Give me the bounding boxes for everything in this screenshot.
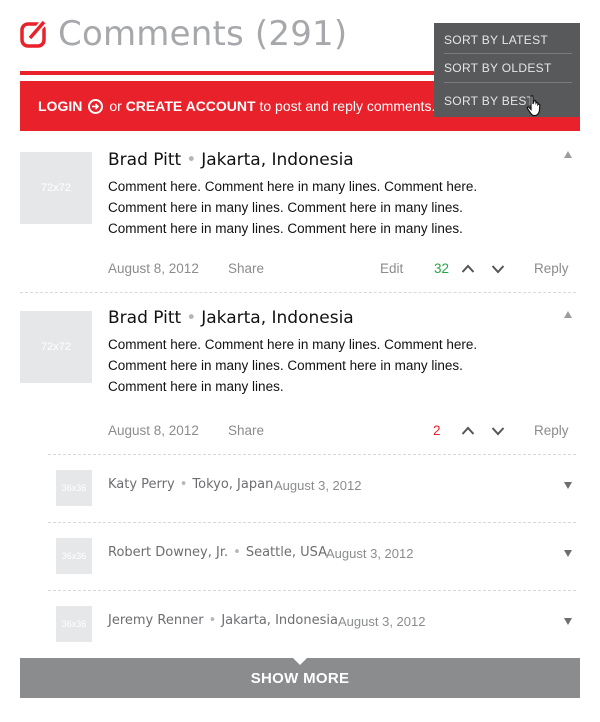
comment-date: August 8, 2012 xyxy=(108,261,199,276)
author-location: Jakarta, Indonesia xyxy=(201,150,354,170)
sort-by-latest[interactable]: SORT BY LATEST xyxy=(444,33,570,47)
banner-suffix-text: to post and reply comments. xyxy=(259,98,436,114)
hand-cursor-icon xyxy=(526,95,542,122)
share-link[interactable]: Share xyxy=(228,423,264,438)
author-name[interactable]: Katy Perry xyxy=(108,477,175,492)
separator-dot: • xyxy=(233,545,241,560)
menu-divider xyxy=(444,53,572,54)
separator-dot: • xyxy=(186,308,197,328)
author-name[interactable]: Jeremy Renner xyxy=(108,613,204,628)
share-link[interactable]: Share xyxy=(228,261,264,276)
sort-by-best[interactable]: SORT BY BEST xyxy=(444,94,570,108)
author-location: Jakarta, Indonesia xyxy=(201,308,354,328)
sort-dropdown-menu: SORT BY LATEST SORT BY OLDEST SORT BY BE… xyxy=(434,23,580,117)
reply-date: August 3, 2012 xyxy=(274,478,362,493)
author-name[interactable]: Brad Pitt xyxy=(108,150,181,170)
downvote-icon[interactable] xyxy=(491,262,505,280)
author-location: Seattle, USA xyxy=(245,545,327,560)
author-name[interactable]: Brad Pitt xyxy=(108,308,181,328)
comment-divider xyxy=(48,590,576,591)
reply-date: August 3, 2012 xyxy=(338,614,426,629)
reply-author: Robert Downey, Jr. • Seattle, USA xyxy=(108,545,327,560)
sort-by-oldest[interactable]: SORT BY OLDEST xyxy=(444,61,570,75)
reply-link[interactable]: Reply xyxy=(534,261,569,276)
page-title: Comments (291) xyxy=(58,14,348,54)
comment-date: August 8, 2012 xyxy=(108,423,199,438)
avatar: 36x36 xyxy=(56,606,92,642)
comment-divider xyxy=(48,522,576,523)
separator-dot: • xyxy=(186,150,197,170)
collapse-icon[interactable] xyxy=(564,151,572,158)
separator-dot: • xyxy=(179,477,188,492)
login-link[interactable]: LOGIN xyxy=(38,98,82,114)
expand-icon[interactable] xyxy=(564,618,572,625)
create-account-link[interactable]: CREATE ACCOUNT xyxy=(126,98,256,114)
avatar: 36x36 xyxy=(56,470,92,506)
upvote-icon[interactable] xyxy=(461,424,475,442)
comment-author: Brad Pitt • Jakarta, Indonesia xyxy=(108,150,354,170)
comment-body: Comment here. Comment here in many lines… xyxy=(108,179,478,236)
edit-link[interactable]: Edit xyxy=(380,261,403,276)
separator-dot: • xyxy=(208,613,217,628)
comment-body: Comment here. Comment here in many lines… xyxy=(108,337,478,394)
author-location: Tokyo, Japan xyxy=(192,477,274,492)
upvote-icon[interactable] xyxy=(461,262,475,280)
avatar: 72x72 xyxy=(20,152,92,224)
reply-link[interactable]: Reply xyxy=(534,423,569,438)
vote-count: 32 xyxy=(434,261,450,276)
menu-divider xyxy=(444,82,572,83)
comment-divider xyxy=(48,454,576,455)
expand-icon[interactable] xyxy=(564,482,572,489)
expand-icon[interactable] xyxy=(564,550,572,557)
author-name[interactable]: Robert Downey, Jr. xyxy=(108,545,228,560)
vote-count: 2 xyxy=(433,423,441,438)
avatar: 72x72 xyxy=(20,311,92,383)
reply-author: Katy Perry • Tokyo, Japan xyxy=(108,477,273,492)
comment-author: Brad Pitt • Jakarta, Indonesia xyxy=(108,308,354,328)
comment-divider xyxy=(20,292,576,293)
reply-date: August 3, 2012 xyxy=(326,546,414,561)
collapse-icon[interactable] xyxy=(564,311,572,318)
author-location: Jakarta, Indonesia xyxy=(221,613,338,628)
banner-or-text: or xyxy=(109,98,122,114)
brand-logo-icon xyxy=(20,19,48,48)
downvote-icon[interactable] xyxy=(491,424,505,442)
avatar: 36x36 xyxy=(56,538,92,574)
reply-author: Jeremy Renner • Jakarta, Indonesia xyxy=(108,613,338,628)
notch-marker xyxy=(293,658,307,665)
arrow-right-icon xyxy=(88,98,104,114)
